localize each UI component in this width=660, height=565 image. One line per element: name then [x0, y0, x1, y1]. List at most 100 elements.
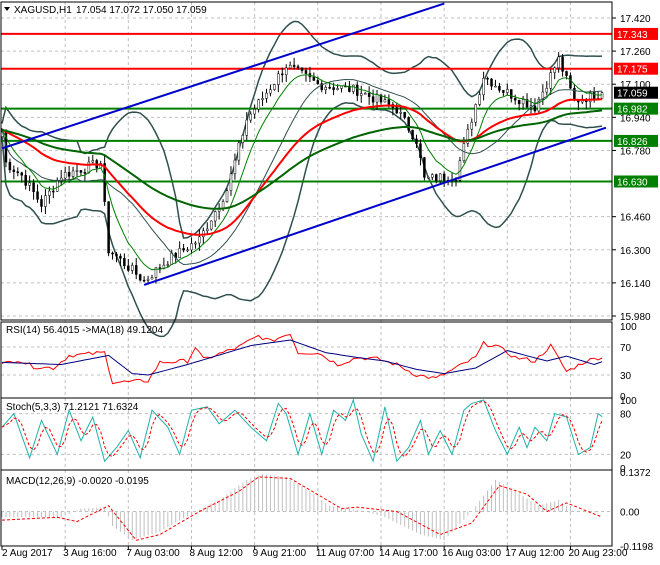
x-tick-label: 7 Aug 03:00	[126, 548, 180, 559]
candle-body	[115, 253, 118, 257]
candle-body	[281, 73, 284, 76]
candle-body	[63, 172, 67, 179]
candle-body	[221, 201, 225, 209]
rsi-ma-line	[1, 339, 603, 376]
candle-body	[600, 92, 604, 99]
candle-body	[296, 66, 300, 68]
candle-body	[478, 94, 481, 105]
candle-body	[12, 169, 16, 172]
candle-body	[233, 159, 237, 175]
candle-body	[510, 89, 513, 99]
candle-body	[237, 142, 241, 161]
x-tick-label: 14 Aug 17:00	[379, 548, 438, 559]
candle-body	[383, 99, 387, 103]
candle-body	[506, 89, 509, 93]
candle-body	[273, 84, 276, 90]
candle-body	[134, 265, 138, 275]
symbol-title: XAGUSD,H1	[14, 5, 72, 16]
candle-body	[498, 85, 501, 91]
candle-body	[178, 248, 181, 258]
candle-body	[170, 252, 174, 265]
candle-body	[83, 172, 87, 174]
candle-body	[194, 242, 197, 245]
level-badge-label: 16.982	[617, 105, 648, 116]
candle-body	[356, 84, 359, 96]
price-tick-label: 17.420	[620, 14, 651, 25]
candle-body	[225, 190, 229, 202]
candle-body	[40, 199, 43, 207]
candle-body	[553, 67, 556, 73]
candle-body	[284, 67, 288, 76]
candle-body	[123, 258, 126, 267]
main-panel	[0, 2, 612, 338]
candle-body	[427, 176, 430, 179]
candle-body	[565, 71, 568, 76]
dropdown-triangle-icon[interactable]	[4, 7, 10, 11]
rsi-tick-label: 70	[620, 343, 632, 354]
candle-body	[324, 87, 327, 91]
macd-tick-label: 0.1372	[620, 468, 651, 479]
candle-body	[340, 85, 343, 89]
candle-body	[146, 278, 150, 281]
candle-body	[359, 93, 363, 96]
x-tick-label: 9 Aug 21:00	[253, 548, 307, 559]
candle-body	[142, 279, 146, 282]
candle-body	[71, 170, 75, 177]
candle-body	[103, 163, 106, 202]
macd-tick-label: 0.00	[620, 508, 640, 519]
candle-body	[48, 190, 51, 196]
candle-body	[407, 117, 410, 131]
stoch-label: Stoch(5,3,3) 71.2121 71.6324	[6, 402, 139, 413]
candle-body	[20, 172, 23, 176]
panel-frames	[0, 1, 613, 547]
x-tick-label: 8 Aug 12:00	[189, 548, 243, 559]
candle-body	[190, 243, 193, 251]
trendline-upper-channel	[1, 2, 445, 150]
rsi-tick-label: 100	[620, 322, 637, 333]
candle-body	[367, 93, 371, 97]
candle-body	[545, 88, 549, 93]
candle-body	[166, 264, 170, 266]
candle-body	[312, 76, 316, 81]
rsi-label: RSI(14) 56.4015 ->MA(18) 49.1204	[6, 325, 163, 336]
candle-body	[91, 160, 95, 163]
candle-body	[131, 265, 134, 271]
x-tick-label: 3 Aug 16:00	[63, 548, 117, 559]
rsi-panel	[1, 333, 603, 385]
candle-body	[32, 182, 35, 192]
candle-body	[431, 174, 434, 178]
candle-body	[107, 201, 110, 254]
candle-body	[549, 72, 552, 89]
candle-body	[371, 96, 375, 103]
candle-body	[573, 87, 576, 100]
price-tick-label: 16.780	[620, 146, 651, 157]
candle-body	[328, 87, 331, 89]
stoch-tick-label: 100	[620, 396, 637, 407]
candle-body	[423, 157, 426, 178]
price-chart[interactable]: 2 Aug 2017 3 Aug 16:00 7 Aug 03:00 8 Aug 12…	[0, 0, 660, 560]
candle-body	[44, 195, 47, 207]
candle-body	[375, 94, 379, 103]
candle-body	[474, 104, 477, 123]
macd-label: MACD(12,26,9) -0.0020 -0.0195	[6, 476, 149, 487]
candle-body	[415, 138, 418, 144]
x-tick-label: 2 Aug 2017	[2, 548, 53, 559]
current-price-label: 17.059	[617, 89, 648, 100]
candle-body	[411, 129, 414, 140]
candle-body	[253, 109, 256, 115]
x-tick-label: 20 Aug 23:00	[568, 548, 627, 559]
candle-body	[363, 93, 367, 95]
stoch-tick-label: 20	[620, 450, 632, 461]
candle-body	[138, 274, 142, 281]
candle-body	[395, 107, 399, 114]
candle-body	[16, 171, 20, 174]
candle-body	[304, 70, 308, 74]
candle-body	[198, 236, 201, 244]
candle-body	[186, 249, 189, 252]
candle-body	[486, 77, 489, 80]
candle-body	[67, 172, 71, 177]
candle-body	[517, 99, 521, 105]
candle-body	[119, 255, 122, 259]
level-badge-label: 16.826	[617, 137, 648, 148]
candle-body	[300, 67, 304, 71]
